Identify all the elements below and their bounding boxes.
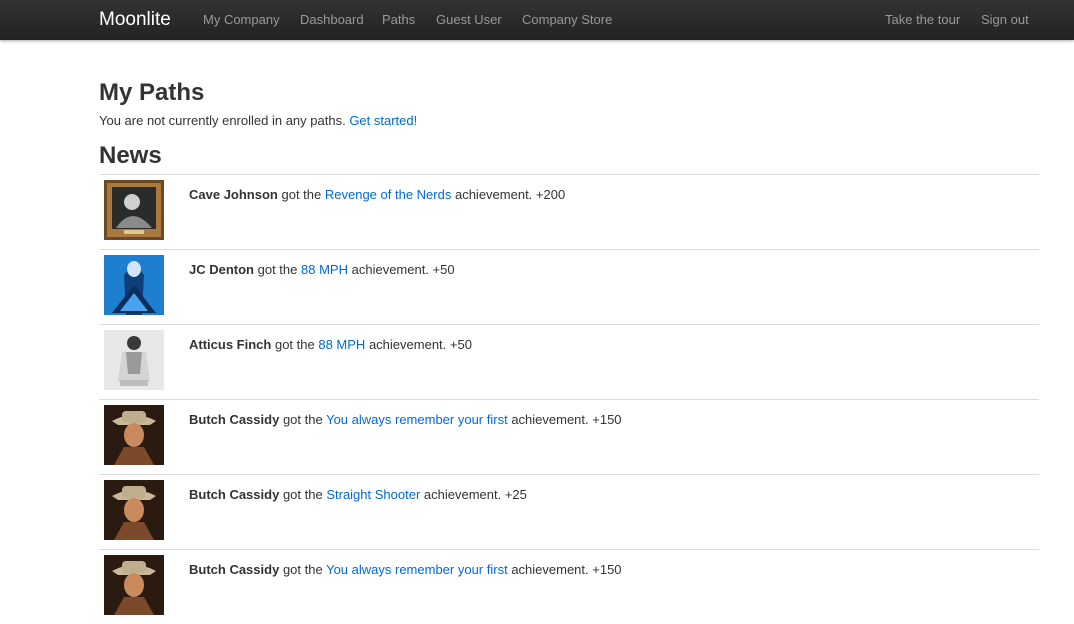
enrollment-text: You are not currently enrolled in any pa… xyxy=(99,113,346,128)
user-name[interactable]: Butch Cassidy xyxy=(189,562,279,577)
news-text: Butch Cassidy got the You always remembe… xyxy=(189,562,622,577)
nav-take-the-tour[interactable]: Take the tour xyxy=(885,12,960,27)
news-item: JC Denton got the 88 MPH achievement. +5… xyxy=(99,249,1039,324)
nav-my-company[interactable]: My Company xyxy=(203,12,280,27)
nav-company-store[interactable]: Company Store xyxy=(522,12,612,27)
achievement-link[interactable]: Revenge of the Nerds xyxy=(325,187,451,202)
my-paths-heading: My Paths xyxy=(99,79,205,106)
nav-guest-user[interactable]: Guest User xyxy=(436,12,502,27)
user-name[interactable]: Butch Cassidy xyxy=(189,487,279,502)
user-avatar[interactable] xyxy=(104,255,164,315)
news-text: Cave Johnson got the Revenge of the Nerd… xyxy=(189,187,566,202)
user-avatar[interactable] xyxy=(104,480,164,540)
news-text: Atticus Finch got the 88 MPH achievement… xyxy=(189,337,472,352)
nav-dashboard[interactable]: Dashboard xyxy=(300,12,364,27)
achievement-link[interactable]: You always remember your first xyxy=(326,412,508,427)
user-avatar[interactable] xyxy=(104,405,164,465)
news-heading: News xyxy=(99,142,162,169)
news-feed: Cave Johnson got the Revenge of the Nerd… xyxy=(99,174,1039,624)
news-text: JC Denton got the 88 MPH achievement. +5… xyxy=(189,262,455,277)
news-text: Butch Cassidy got the Straight Shooter a… xyxy=(189,487,527,502)
achievement-link[interactable]: You always remember your first xyxy=(326,562,508,577)
news-item: Cave Johnson got the Revenge of the Nerd… xyxy=(99,174,1039,249)
achievement-link[interactable]: Straight Shooter xyxy=(326,487,420,502)
user-name[interactable]: JC Denton xyxy=(189,262,254,277)
user-avatar[interactable] xyxy=(104,330,164,390)
news-item: Butch Cassidy got the You always remembe… xyxy=(99,399,1039,474)
top-navbar: Moonlite My Company Dashboard Paths Gues… xyxy=(0,0,1074,40)
user-name[interactable]: Cave Johnson xyxy=(189,187,278,202)
news-item: Atticus Finch got the 88 MPH achievement… xyxy=(99,324,1039,399)
achievement-link[interactable]: 88 MPH xyxy=(301,262,348,277)
user-avatar[interactable] xyxy=(104,555,164,615)
news-text: Butch Cassidy got the You always remembe… xyxy=(189,412,622,427)
user-avatar[interactable] xyxy=(104,180,164,240)
nav-paths[interactable]: Paths xyxy=(382,12,415,27)
brand-logo-link[interactable]: Moonlite xyxy=(99,9,171,31)
nav-sign-out[interactable]: Sign out xyxy=(981,12,1029,27)
news-item: Butch Cassidy got the Straight Shooter a… xyxy=(99,474,1039,549)
user-name[interactable]: Atticus Finch xyxy=(189,337,271,352)
user-name[interactable]: Butch Cassidy xyxy=(189,412,279,427)
achievement-link[interactable]: 88 MPH xyxy=(318,337,365,352)
enrollment-message: You are not currently enrolled in any pa… xyxy=(99,113,417,128)
get-started-link[interactable]: Get started! xyxy=(349,113,417,128)
news-item: Butch Cassidy got the You always remembe… xyxy=(99,549,1039,624)
